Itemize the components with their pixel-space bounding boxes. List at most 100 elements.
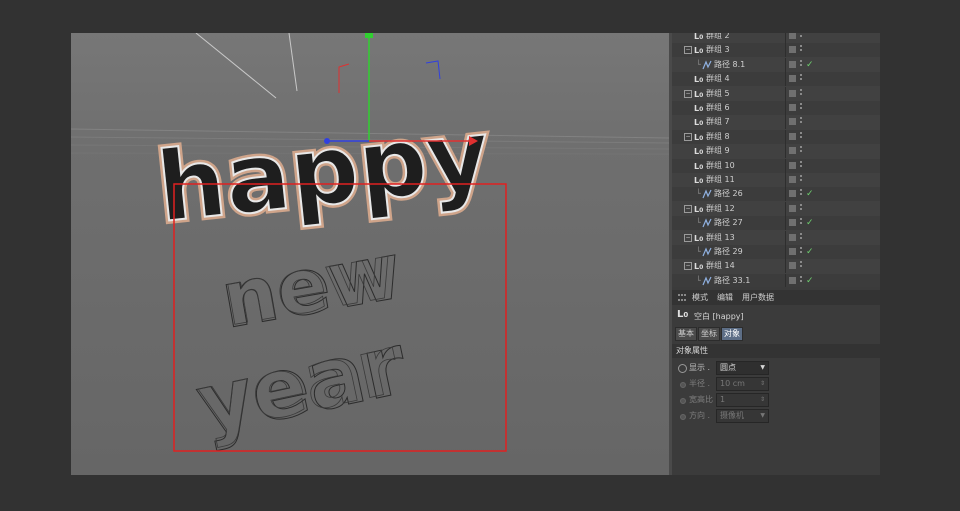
menu-mode[interactable]: 模式 bbox=[692, 292, 708, 303]
visibility-dots-icon[interactable] bbox=[800, 275, 802, 286]
prop-display: 显示 . 圆点 ▼ bbox=[672, 360, 880, 376]
aspect-field[interactable]: 1 ⇕ bbox=[716, 393, 769, 407]
tree-row[interactable]: L0 群组 9 bbox=[672, 144, 880, 159]
visibility-dots-icon[interactable] bbox=[800, 131, 802, 142]
viewport-canvas[interactable]: happy happy new new year year bbox=[71, 33, 669, 475]
visibility-dots-icon[interactable] bbox=[800, 189, 802, 199]
layer-icon[interactable] bbox=[789, 132, 796, 140]
visibility-dots-icon[interactable] bbox=[800, 45, 802, 55]
expand-icon[interactable]: − bbox=[684, 262, 692, 271]
visibility-dots-icon[interactable] bbox=[800, 59, 802, 70]
visibility-dots-icon[interactable] bbox=[800, 218, 802, 228]
tree-row[interactable]: └ 路径 26 ✓ bbox=[672, 187, 880, 202]
attribute-manager-menu: 模式 编辑 用户数据 bbox=[672, 290, 880, 305]
expand-icon[interactable]: − bbox=[684, 204, 692, 213]
tree-row[interactable]: L0 群组 4 bbox=[672, 72, 880, 87]
display-dropdown[interactable]: 圆点 ▼ bbox=[716, 361, 769, 375]
layer-icon[interactable] bbox=[789, 204, 796, 212]
layer-icon[interactable] bbox=[789, 219, 796, 227]
null-object-icon: L0 bbox=[677, 309, 689, 320]
tree-row[interactable]: − L0 群组 8 bbox=[672, 129, 880, 144]
tree-row[interactable]: − L0 群组 14 bbox=[672, 259, 880, 274]
visibility-dots-icon[interactable] bbox=[800, 203, 802, 214]
tree-branch-icon: └ bbox=[696, 59, 701, 69]
tree-row[interactable]: L0 群组 2 bbox=[672, 33, 880, 43]
layer-icon[interactable] bbox=[789, 176, 796, 183]
tree-row[interactable]: L0 群组 11 bbox=[672, 173, 880, 187]
object-manager[interactable]: L0 群组 2− L0 群组 3 └ 路径 8.1 ✓ L0 群组 4− L0 群组 5 L0 群组 6… bbox=[672, 33, 880, 287]
tree-row[interactable]: − L0 群组 5 bbox=[672, 86, 880, 101]
column-divider bbox=[785, 86, 786, 101]
layer-icon[interactable] bbox=[789, 46, 796, 54]
prop-aspect: 宽高比 1 ⇕ bbox=[672, 392, 880, 408]
orientation-radio[interactable] bbox=[680, 414, 686, 420]
visibility-dots-icon[interactable] bbox=[800, 175, 802, 185]
spline-icon bbox=[702, 276, 712, 286]
expand-icon[interactable]: − bbox=[684, 132, 692, 141]
tree-row[interactable]: L0 群组 6 bbox=[672, 101, 880, 115]
column-divider bbox=[785, 57, 786, 72]
tree-row[interactable]: − L0 群组 13 bbox=[672, 230, 880, 245]
expand-icon[interactable]: − bbox=[684, 46, 692, 55]
layer-icon[interactable] bbox=[789, 161, 796, 169]
layer-icon[interactable] bbox=[789, 262, 796, 270]
check-icon[interactable]: ✓ bbox=[806, 58, 814, 72]
tree-row[interactable]: − L0 群组 12 bbox=[672, 201, 880, 216]
layer-icon[interactable] bbox=[789, 233, 796, 241]
visibility-dots-icon[interactable] bbox=[800, 74, 802, 84]
visibility-dots-icon[interactable] bbox=[800, 232, 802, 243]
display-value: 圆点 bbox=[720, 363, 736, 372]
layer-icon[interactable] bbox=[789, 89, 796, 97]
layer-icon[interactable] bbox=[789, 147, 796, 155]
layer-icon[interactable] bbox=[789, 276, 796, 284]
tree-row-label: 群组 9 bbox=[706, 146, 730, 156]
column-divider bbox=[785, 72, 786, 87]
visibility-dots-icon[interactable] bbox=[800, 103, 802, 113]
display-radio[interactable] bbox=[678, 364, 687, 373]
layer-icon[interactable] bbox=[789, 118, 796, 126]
prop-orientation: 方向 . 摄像机 ▼ bbox=[672, 408, 880, 424]
menu-edit[interactable]: 编辑 bbox=[717, 292, 733, 303]
3d-viewport[interactable]: happy happy new new year year bbox=[71, 33, 669, 475]
stepper-icon: ⇕ bbox=[759, 396, 765, 403]
column-divider bbox=[785, 173, 786, 187]
visibility-dots-icon[interactable] bbox=[800, 117, 802, 127]
check-icon[interactable]: ✓ bbox=[806, 187, 814, 201]
tree-row[interactable]: − L0 群组 3 bbox=[672, 43, 880, 58]
check-icon[interactable]: ✓ bbox=[806, 274, 814, 287]
orientation-dropdown[interactable]: 摄像机 ▼ bbox=[716, 409, 769, 423]
spline-icon bbox=[702, 218, 712, 228]
layer-icon[interactable] bbox=[789, 248, 796, 255]
tree-row[interactable]: └ 路径 29 ✓ bbox=[672, 245, 880, 259]
check-icon[interactable]: ✓ bbox=[806, 216, 814, 230]
visibility-dots-icon[interactable] bbox=[800, 33, 802, 41]
aspect-radio[interactable] bbox=[680, 398, 686, 404]
check-icon[interactable]: ✓ bbox=[806, 245, 814, 259]
tree-row[interactable]: └ 路径 33.1 ✓ bbox=[672, 273, 880, 287]
visibility-dots-icon[interactable] bbox=[800, 88, 802, 99]
tree-row[interactable]: L0 群组 10 bbox=[672, 158, 880, 173]
layer-icon[interactable] bbox=[789, 190, 796, 198]
visibility-dots-icon[interactable] bbox=[800, 146, 802, 156]
tree-row[interactable]: L0 群组 7 bbox=[672, 115, 880, 130]
layer-icon[interactable] bbox=[789, 104, 796, 111]
radius-field[interactable]: 10 cm ⇕ bbox=[716, 377, 769, 391]
menu-user-data[interactable]: 用户数据 bbox=[742, 292, 774, 303]
expand-icon[interactable]: − bbox=[684, 233, 692, 242]
tree-row-label: 路径 26 bbox=[714, 189, 743, 199]
radius-label: 半径 . bbox=[689, 379, 711, 388]
layer-icon[interactable] bbox=[789, 33, 796, 39]
layer-icon[interactable] bbox=[789, 60, 796, 68]
visibility-dots-icon[interactable] bbox=[800, 247, 802, 257]
tab-basic[interactable]: 基本 bbox=[675, 327, 697, 341]
visibility-dots-icon[interactable] bbox=[800, 261, 802, 271]
tab-coord[interactable]: 坐标 bbox=[698, 327, 720, 341]
tree-row[interactable]: └ 路径 8.1 ✓ bbox=[672, 57, 880, 72]
tab-object[interactable]: 对象 bbox=[721, 327, 743, 341]
tree-row[interactable]: └ 路径 27 ✓ bbox=[672, 216, 880, 231]
layer-icon[interactable] bbox=[789, 75, 796, 83]
radius-radio[interactable] bbox=[680, 382, 686, 388]
expand-icon[interactable]: − bbox=[684, 89, 692, 98]
column-divider bbox=[785, 273, 786, 287]
visibility-dots-icon[interactable] bbox=[800, 160, 802, 171]
